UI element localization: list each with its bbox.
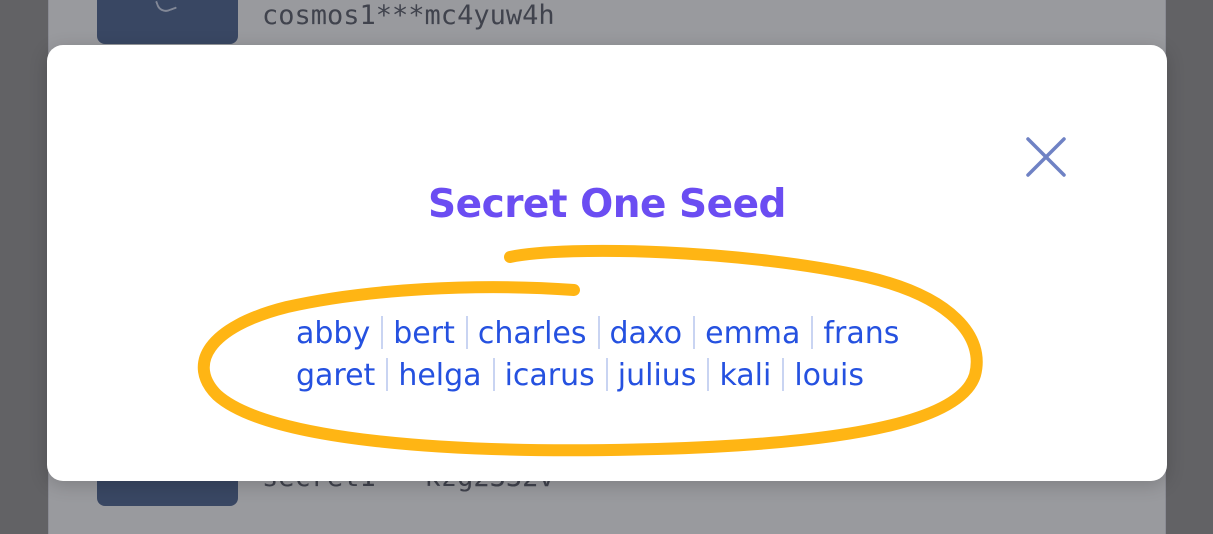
seed-word: julius [617,358,697,393]
seed-word: abby [296,316,371,351]
word-separator [707,358,710,391]
modal-title: Secret One Seed [428,182,786,227]
word-separator [782,358,785,391]
seed-word: garet [296,358,376,393]
seed-word: kali [719,358,772,393]
word-separator [605,358,608,391]
seed-word: helga [398,358,482,393]
seed-word: emma [705,316,801,351]
seed-line: abby bert charles daxo emma frans [296,313,936,355]
close-icon [1026,137,1066,177]
word-separator [811,316,814,349]
seed-word: daxo [609,316,683,351]
seed-word: icarus [504,358,595,393]
word-separator [597,316,600,349]
seed-phrase: abby bert charles daxo emma frans garet helga i… [296,313,936,397]
word-separator [386,358,389,391]
word-separator [693,316,696,349]
word-separator [381,316,384,349]
seed-word: frans [823,316,900,351]
close-button[interactable] [1022,133,1070,181]
highlight-annotation [197,244,983,457]
seed-line: garet helga icarus julius kali louis [296,355,936,397]
seed-word: bert [393,316,455,351]
seed-word: charles [477,316,587,351]
word-separator [465,316,468,349]
word-separator [492,358,495,391]
seed-word: louis [794,358,865,393]
seed-modal: Secret One Seed abby bert charles daxo emma f… [47,45,1167,481]
